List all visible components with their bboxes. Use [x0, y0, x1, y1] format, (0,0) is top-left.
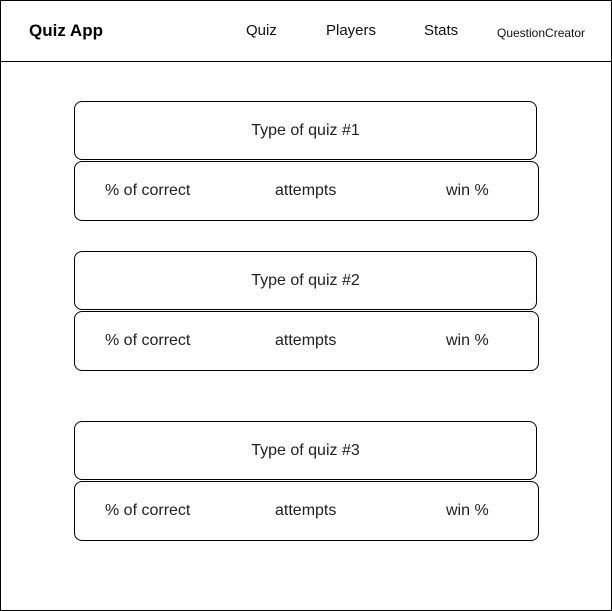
attempts-label: attempts	[275, 332, 337, 349]
app-title: Quiz App	[29, 21, 103, 40]
quiz-card-stats: % of correct attempts win %	[74, 311, 539, 371]
app-window: Quiz App Quiz Players Stats QuestionCrea…	[0, 0, 612, 611]
top-nav-bar: Quiz App Quiz Players Stats QuestionCrea…	[1, 1, 611, 62]
nav-players[interactable]: Players	[326, 22, 376, 40]
quiz-card-title[interactable]: Type of quiz #3	[74, 421, 537, 480]
quiz-card-title[interactable]: Type of quiz #1	[74, 101, 537, 160]
win-percent-label: win %	[446, 332, 489, 349]
win-percent-label: win %	[446, 182, 489, 199]
correct-percent-label: % of correct	[105, 332, 191, 349]
quiz-card-title[interactable]: Type of quiz #2	[74, 251, 537, 310]
win-percent-label: win %	[446, 502, 489, 519]
correct-percent-label: % of correct	[105, 502, 191, 519]
nav-quiz[interactable]: Quiz	[246, 22, 277, 40]
nav-stats[interactable]: Stats	[424, 22, 458, 40]
attempts-label: attempts	[275, 502, 337, 519]
nav-question-creator[interactable]: QuestionCreator	[497, 24, 585, 42]
correct-percent-label: % of correct	[105, 182, 191, 199]
quiz-card-stats: % of correct attempts win %	[74, 481, 539, 541]
attempts-label: attempts	[275, 182, 337, 199]
quiz-card-stats: % of correct attempts win %	[74, 161, 539, 221]
